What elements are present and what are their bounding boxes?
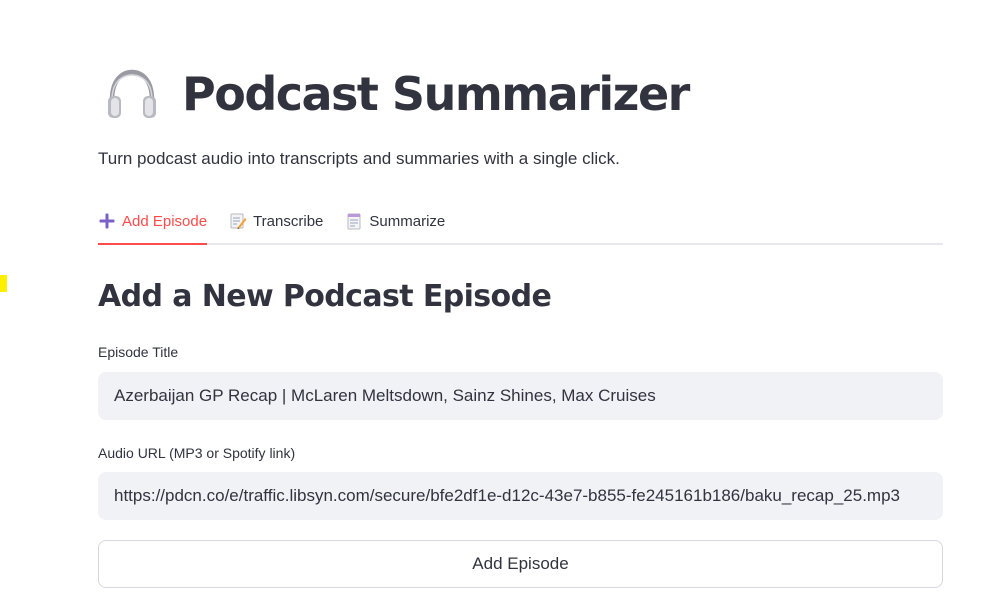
title-row: Podcast Summarizer xyxy=(104,64,690,124)
memo-icon xyxy=(230,213,247,229)
tab-transcribe-label: Transcribe xyxy=(253,212,324,230)
tab-add-episode-label: Add Episode xyxy=(122,212,208,230)
notepad-icon xyxy=(347,213,361,230)
episode-title-input[interactable] xyxy=(98,372,943,420)
tab-summarize-label: Summarize xyxy=(369,212,446,230)
side-marker xyxy=(0,275,7,292)
tab-bar: Add Episode Transcribe Summarize xyxy=(98,199,943,245)
tab-add-episode[interactable]: Add Episode xyxy=(98,199,208,245)
plus-icon xyxy=(99,213,115,229)
section-heading: Add a New Podcast Episode xyxy=(98,279,552,314)
tab-transcribe[interactable]: Transcribe xyxy=(229,199,323,243)
episode-title-label: Episode Title xyxy=(98,344,179,360)
audio-url-input[interactable] xyxy=(98,472,943,520)
add-episode-button[interactable]: Add Episode xyxy=(98,540,943,588)
headphones-icon xyxy=(108,69,156,118)
app-subtitle: Turn podcast audio into transcripts and … xyxy=(98,149,620,168)
tab-summarize[interactable]: Summarize xyxy=(345,199,445,243)
app-root: Podcast Summarizer Turn podcast audio in… xyxy=(0,0,996,609)
audio-url-label: Audio URL (MP3 or Spotify link) xyxy=(98,445,296,461)
app-title: Podcast Summarizer xyxy=(182,67,690,121)
